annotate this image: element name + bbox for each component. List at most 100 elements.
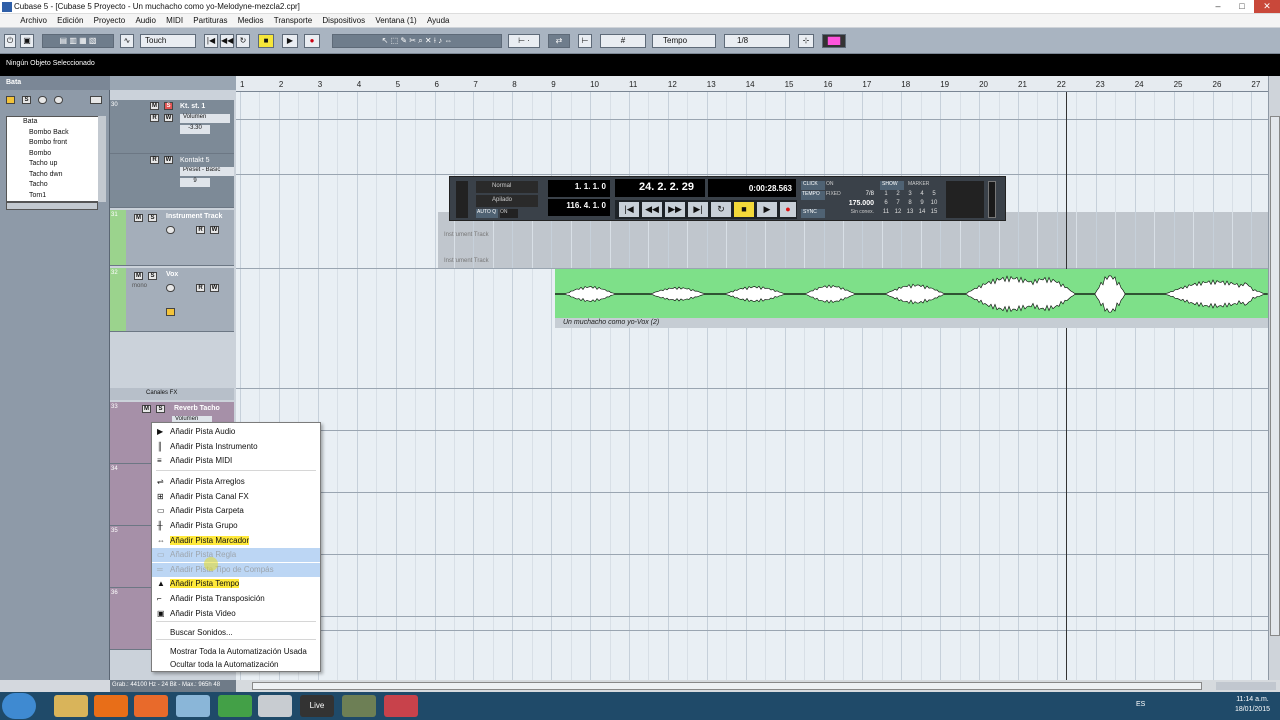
menu-item-anadir-pista-tipo-de-compas[interactable]: ═ Añadir Pista Tipo de Compás (152, 563, 320, 577)
menu-item-anadir-pista-carpeta[interactable]: ▭ Añadir Pista Carpeta (152, 504, 320, 518)
inspector-r-button[interactable] (54, 96, 63, 104)
read-button[interactable]: R (196, 226, 205, 234)
click-state[interactable]: ON (826, 181, 846, 190)
right-locator[interactable]: 116. 4. 1. 0 (548, 199, 610, 216)
firefox-taskbar-icon[interactable] (134, 695, 168, 717)
menu-item-anadir-pista-midi[interactable]: ≡ Añadir Pista MIDI (152, 454, 320, 468)
window-layout-buttons[interactable]: ▤ ▥ ▦ ▧ (42, 34, 114, 48)
position-display[interactable]: 24. 2. 2. 29 (615, 179, 705, 197)
monitor-button[interactable] (166, 226, 175, 234)
language-indicator[interactable]: ES (1136, 701, 1145, 708)
calculator-taskbar-icon[interactable] (258, 695, 292, 717)
menu-transporte[interactable]: Transporte (270, 14, 316, 27)
kit-item[interactable]: Tom1 (7, 191, 103, 202)
app-menu-icon[interactable] (0, 19, 14, 23)
snap-button[interactable]: ⇄ (548, 34, 570, 48)
quantize-settings-icon[interactable]: ⊹ (798, 34, 814, 48)
chrome-taskbar-icon[interactable] (218, 695, 252, 717)
inspector-e-button[interactable] (38, 96, 47, 104)
menu-proyecto[interactable]: Proyecto (90, 14, 130, 27)
menu-midi[interactable]: MIDI (162, 14, 187, 27)
go-to-start-button[interactable]: |◀ (619, 202, 639, 217)
vertical-scrollbar[interactable] (1268, 76, 1280, 680)
kit-item[interactable]: Bombo Back (7, 128, 103, 139)
left-locator[interactable]: 1. 1. 1. 0 (548, 180, 610, 197)
auto-q-state[interactable]: ON (500, 209, 518, 218)
kit-list-hscrollbar[interactable] (6, 202, 98, 210)
menu-archivo[interactable]: Archivo (16, 14, 51, 27)
timeline-ruler[interactable]: 1 2 3 4 5 6 7 8 9 10 11 12 13 14 15 16 17 18 19 20 21 22 23 24 2… (236, 76, 1268, 92)
kit-item[interactable]: Tacho (7, 180, 103, 191)
track-name[interactable]: Kt. st. 1 (180, 103, 205, 110)
zoom-slider[interactable] (1216, 682, 1276, 690)
mute-button[interactable]: M (134, 214, 143, 222)
marker-button[interactable]: 12 (892, 209, 904, 215)
marker-button[interactable]: 8 (904, 200, 916, 206)
automation-icon[interactable]: ∿ (120, 34, 134, 48)
kit-root[interactable]: Bata (7, 117, 103, 128)
menu-item-anadir-pista-audio[interactable]: ▶ Añadir Pista Audio (152, 425, 320, 439)
app-taskbar-icon[interactable] (342, 695, 376, 717)
marker-button[interactable]: 15 (928, 209, 940, 215)
write-button[interactable]: W (210, 226, 219, 234)
inspector-settings-icon[interactable] (90, 96, 102, 104)
record-icon[interactable]: ● (304, 34, 320, 48)
close-button[interactable]: ✕ (1254, 0, 1280, 13)
menu-audio[interactable]: Audio (131, 14, 159, 27)
edit-button[interactable] (166, 308, 175, 316)
marker-button[interactable]: 2 (892, 191, 904, 197)
record-button[interactable]: ● (780, 202, 796, 217)
forward-button[interactable]: ▶▶ (665, 202, 685, 217)
kit-item[interactable]: Bombo front (7, 138, 103, 149)
menu-item-anadir-pista-instrumento[interactable]: ║ Añadir Pista Instrumento (152, 440, 320, 454)
show-markers-button[interactable]: SHOW (880, 181, 904, 190)
read-button[interactable]: R (150, 156, 159, 164)
edit-tools[interactable]: ↖ ⬚ ✎ ✂ ⌕ ✕ ⟊ ♪ ⇔ (332, 34, 502, 48)
menu-item-mostrar-toda-la-automatizacion-usada[interactable]: Mostrar Toda la Automatización Usada (152, 645, 320, 659)
output-fader[interactable] (988, 181, 996, 218)
autoscroll-button[interactable]: ⊢ · (508, 34, 540, 48)
menu-item-anadir-pista-canal-fx[interactable]: ⊞ Añadir Pista Canal FX (152, 490, 320, 504)
menu-item-anadir-pista-marcador[interactable]: ⇔ Añadir Pista Marcador (152, 534, 320, 548)
start-button[interactable] (2, 693, 36, 719)
marker-button[interactable]: 14 (916, 209, 928, 215)
monitor-button[interactable] (166, 284, 175, 292)
marker-button[interactable]: 10 (928, 200, 940, 206)
solo-button[interactable]: S (148, 272, 157, 280)
activate-project-button[interactable]: ⏻ (4, 34, 16, 48)
marker-button[interactable]: 13 (904, 209, 916, 215)
mute-button[interactable]: M (134, 272, 143, 280)
menu-item-anadir-pista-tempo[interactable]: ▲ Añadir Pista Tempo (152, 577, 320, 591)
read-button[interactable]: R (196, 284, 205, 292)
menu-medios[interactable]: Medios (234, 14, 268, 27)
stop-button[interactable]: ■ (734, 202, 754, 217)
track-row[interactable]: 32 M S Vox mono R W (110, 268, 234, 332)
track-value[interactable]: -3.30 (180, 125, 210, 134)
marker-button[interactable]: 4 (916, 191, 928, 197)
rewind-icon[interactable]: ◀◀ (220, 34, 234, 48)
kit-item[interactable]: Tacho dwn (7, 170, 103, 181)
menu-ayuda[interactable]: Ayuda (423, 14, 454, 27)
kit-item[interactable]: Tacho up (7, 159, 103, 170)
vertical-scroll-thumb[interactable] (1270, 116, 1280, 636)
fx-folder-row[interactable]: Canales FX (110, 388, 234, 400)
track-param[interactable]: Volumen (180, 114, 230, 123)
color-select[interactable]: ▇▇ (822, 34, 846, 48)
go-to-start-icon[interactable]: |◀ (204, 34, 218, 48)
track-param[interactable]: Preset - Basic (180, 167, 234, 176)
grid-type-select[interactable]: # (600, 34, 646, 48)
time-signature[interactable]: 7/8 (850, 191, 874, 200)
snap-mode-icon[interactable]: ⊢ (578, 34, 592, 48)
instrument-track-lane-2[interactable]: Instrument Track (438, 240, 1268, 268)
notepad-taskbar-icon[interactable] (176, 695, 210, 717)
menu-partituras[interactable]: Partituras (189, 14, 231, 27)
kit-list-scrollbar[interactable] (98, 116, 106, 202)
track-value[interactable]: 9 (180, 178, 210, 187)
marker-button[interactable]: 9 (916, 200, 928, 206)
menu-item-anadir-pista-grupo[interactable]: ╫ Añadir Pista Grupo (152, 519, 320, 533)
automation-mode-select[interactable]: Touch (140, 34, 196, 48)
inspector-s-button[interactable]: S (22, 96, 31, 104)
track-row[interactable]: 31 M S Instrument Track R W (110, 210, 234, 266)
menu-edicion[interactable]: Edición (53, 14, 87, 27)
menu-item-anadir-pista-video[interactable]: ▣ Añadir Pista Video (152, 607, 320, 621)
